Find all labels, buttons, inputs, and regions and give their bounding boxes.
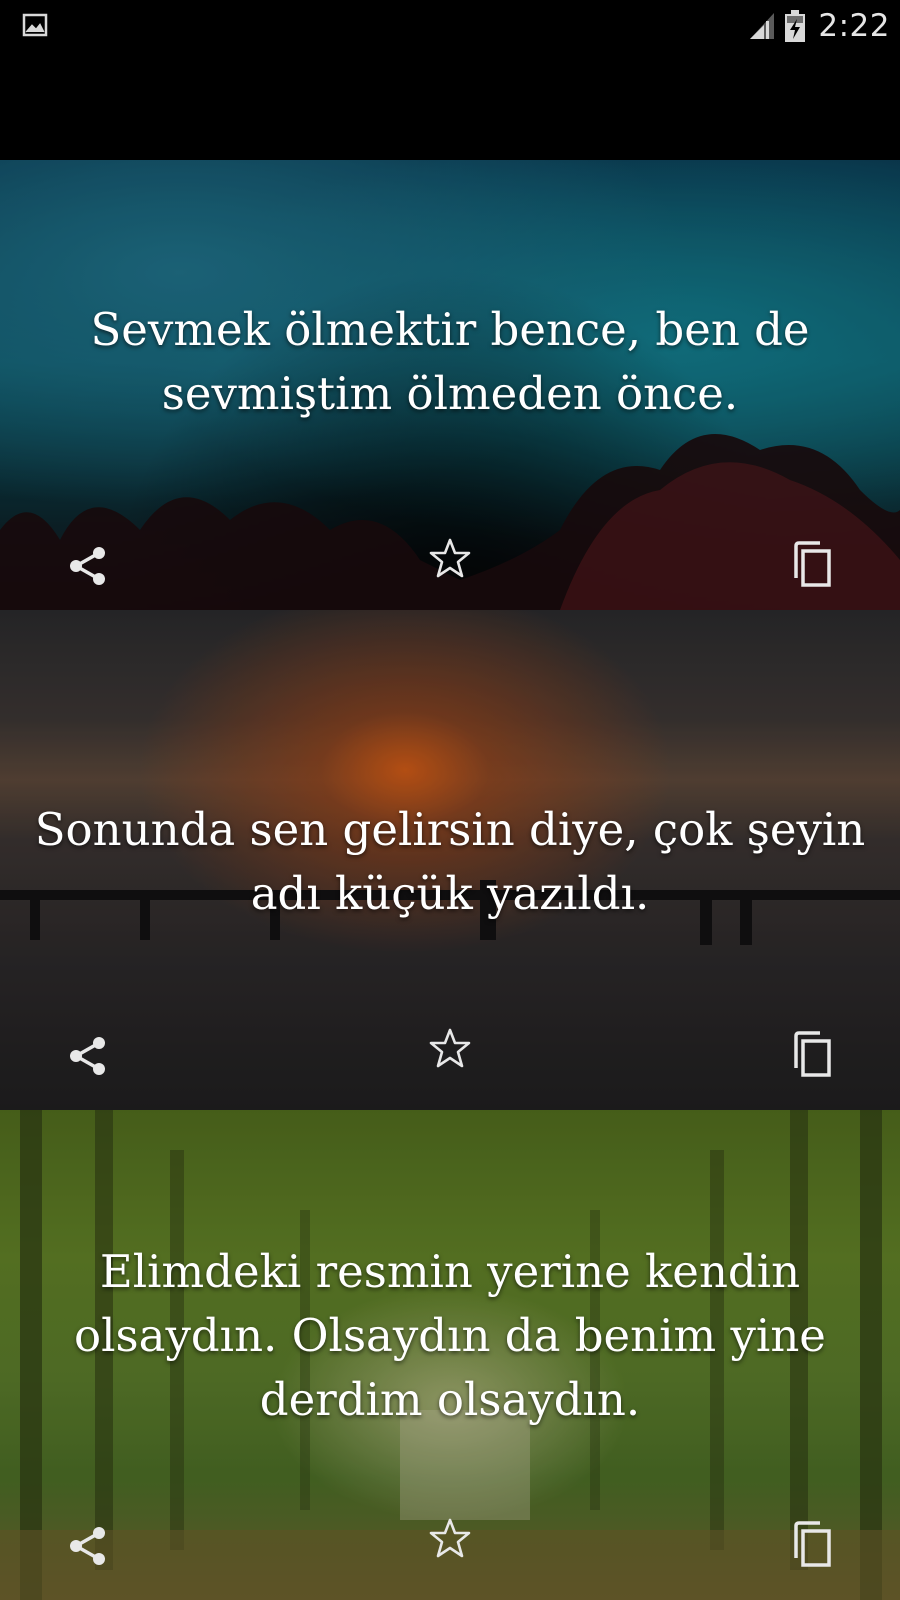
status-bar: 2:22 — [0, 0, 900, 50]
quote-card[interactable]: Elimdeki resmin yerine kendin olsaydın. … — [0, 1110, 900, 1600]
action-bar — [0, 50, 900, 160]
signal-icon — [750, 13, 775, 39]
app-screen: 2:22 Sevmek ölmektir bence, ben de sevmi… — [0, 0, 900, 1600]
copy-icon — [794, 1031, 831, 1077]
share-button[interactable] — [60, 538, 116, 594]
share-icon — [70, 1527, 105, 1565]
share-icon — [70, 1037, 105, 1075]
copy-button[interactable] — [784, 536, 840, 592]
favorite-button[interactable] — [422, 530, 478, 586]
status-time: 2:22 — [818, 8, 890, 44]
status-indicators: 2:22 — [748, 6, 890, 46]
copy-button[interactable] — [784, 1516, 840, 1572]
card-actions — [0, 1020, 900, 1080]
favorite-button[interactable] — [422, 1510, 478, 1566]
star-outline-icon — [429, 1028, 471, 1068]
copy-button[interactable] — [784, 1026, 840, 1082]
quote-text: Sonunda sen gelirsin diye, çok şeyin adı… — [34, 803, 866, 920]
battery-charging-icon — [785, 10, 806, 42]
quote-card[interactable]: Sevmek ölmektir bence, ben de sevmiştim … — [0, 160, 900, 610]
card-actions — [0, 1510, 900, 1570]
share-button[interactable] — [60, 1518, 116, 1574]
copy-icon — [794, 541, 831, 587]
star-outline-icon — [429, 1518, 471, 1558]
share-button[interactable] — [60, 1028, 116, 1084]
star-outline-icon — [429, 538, 471, 578]
copy-icon — [794, 1521, 831, 1567]
card-actions — [0, 530, 900, 590]
quote-text: Elimdeki resmin yerine kendin olsaydın. … — [74, 1245, 826, 1426]
favorite-button[interactable] — [422, 1020, 478, 1076]
share-icon — [70, 547, 105, 585]
quote-text: Sevmek ölmektir bence, ben de sevmiştim … — [90, 303, 810, 420]
image-icon — [22, 12, 48, 38]
quote-card[interactable]: Sonunda sen gelirsin diye, çok şeyin adı… — [0, 610, 900, 1110]
